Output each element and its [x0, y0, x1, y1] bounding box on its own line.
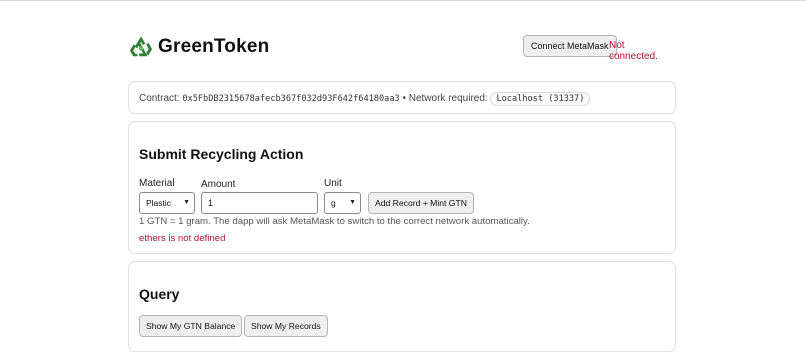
add-record-mint-button[interactable]: Add Record + Mint GTN — [368, 192, 474, 214]
amount-input[interactable]: 1 — [201, 192, 318, 214]
contract-info-card: Contract: 0x5FbDB2315678afecb367f032d93F… — [128, 81, 676, 114]
network-badge: Localhost (31337) — [490, 92, 591, 106]
recycle-icon — [130, 36, 152, 57]
gtn-hint-text: 1 GTN = 1 gram. The dapp will ask MetaMa… — [139, 216, 530, 227]
contract-label: Contract: — [139, 93, 180, 104]
network-label: Network required: — [408, 93, 488, 104]
show-gtn-balance-button[interactable]: Show My GTN Balance — [139, 315, 243, 337]
show-records-button[interactable]: Show My Records — [244, 315, 328, 337]
material-label: Material — [139, 178, 175, 189]
query-card: Query Show My GTN Balance Show My Record… — [128, 261, 676, 352]
chevron-down-icon: ▼ — [183, 199, 190, 206]
separator-dot: • — [402, 93, 406, 104]
amount-label: Amount — [201, 179, 236, 190]
chevron-down-icon: ▼ — [349, 199, 356, 206]
unit-select[interactable]: g ▼ — [324, 192, 361, 214]
app-header: GreenToken Connect MetaMask Not connecte… — [128, 34, 676, 62]
material-select-value: Plastic — [146, 198, 172, 208]
connection-status: Not connected. — [609, 40, 658, 62]
contract-info-line: Contract: 0x5FbDB2315678afecb367f032d93F… — [139, 92, 591, 106]
submit-error-message: ethers is not defined — [139, 233, 226, 244]
submit-section-title: Submit Recycling Action — [139, 146, 304, 162]
submit-recycling-card: Submit Recycling Action Material Plastic… — [128, 121, 676, 254]
unit-select-value: g — [331, 198, 336, 208]
query-section-title: Query — [139, 286, 180, 302]
app-title: GreenToken — [158, 36, 270, 57]
contract-address: 0x5FbDB2315678afecb367f032d93F642f64180a… — [182, 94, 400, 104]
connect-metamask-button[interactable]: Connect MetaMask — [523, 35, 617, 57]
material-select[interactable]: Plastic ▼ — [139, 192, 195, 214]
unit-label: Unit — [324, 178, 342, 189]
